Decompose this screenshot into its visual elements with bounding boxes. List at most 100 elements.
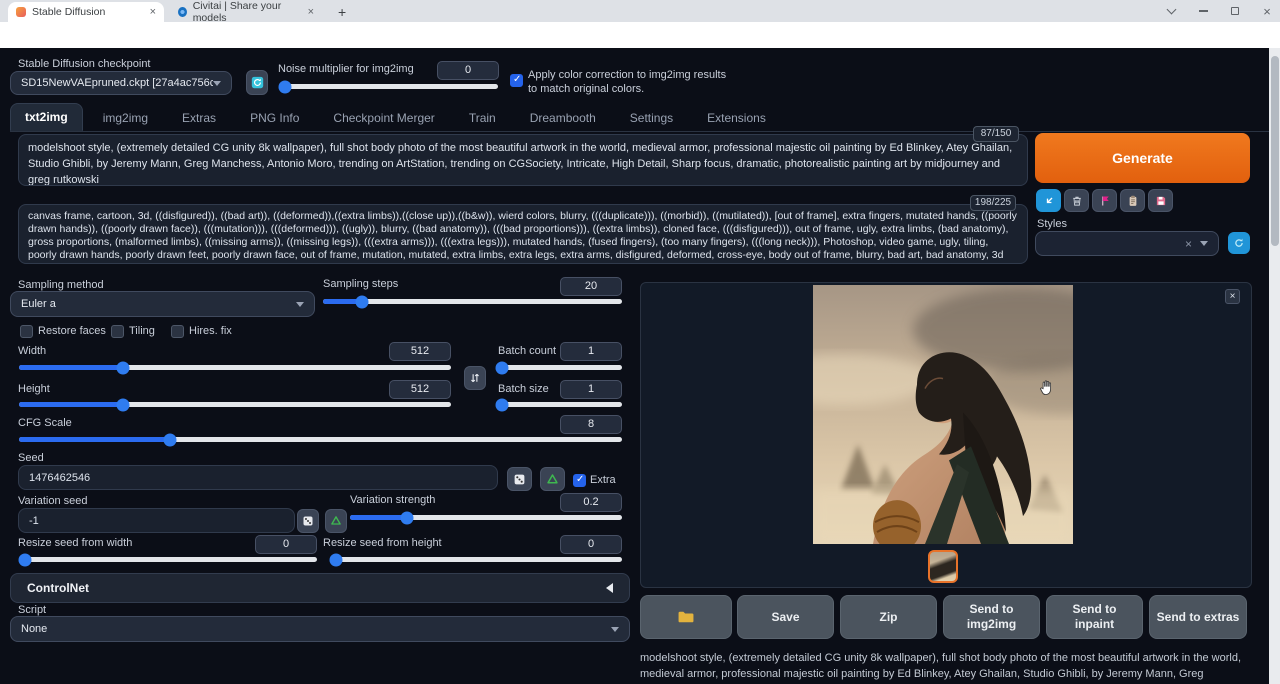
extra-networks-icon[interactable] bbox=[1092, 189, 1117, 212]
tab-png-info[interactable]: PNG Info bbox=[236, 105, 313, 131]
new-tab-button[interactable]: + bbox=[330, 2, 352, 22]
batch-count-label: Batch count bbox=[498, 345, 556, 357]
generated-image[interactable] bbox=[813, 285, 1073, 544]
browser-tab-civitai[interactable]: Civitai | Share your models × bbox=[170, 2, 322, 22]
gallery-close-icon[interactable]: × bbox=[1225, 289, 1240, 304]
window-close-icon[interactable]: × bbox=[1254, 0, 1280, 22]
tab-extensions[interactable]: Extensions bbox=[693, 105, 780, 131]
window-restore-icon[interactable] bbox=[1222, 0, 1248, 22]
styles-clear-icon[interactable]: × bbox=[1185, 237, 1192, 251]
slider-knob[interactable] bbox=[279, 80, 292, 93]
slider-knob[interactable] bbox=[18, 553, 31, 566]
height-label: Height bbox=[18, 383, 50, 395]
width-slider[interactable] bbox=[19, 365, 451, 370]
slider-knob[interactable] bbox=[355, 295, 368, 308]
slider-knob[interactable] bbox=[495, 398, 508, 411]
scrollbar-thumb[interactable] bbox=[1271, 56, 1279, 246]
width-value[interactable]: 512 bbox=[389, 342, 451, 361]
cfg-scale-slider[interactable] bbox=[19, 437, 622, 442]
color-correction-checkbox[interactable] bbox=[510, 74, 523, 87]
tab-close-icon[interactable]: × bbox=[308, 6, 314, 18]
save-button[interactable]: Save bbox=[737, 595, 834, 639]
negative-prompt-input[interactable]: canvas frame, cartoon, 3d, ((disfigured)… bbox=[18, 204, 1028, 264]
recycle-icon[interactable] bbox=[540, 467, 565, 491]
window-minimize-icon[interactable] bbox=[1190, 0, 1216, 22]
swap-dimensions-button[interactable] bbox=[464, 366, 486, 390]
gallery-thumbnail[interactable] bbox=[928, 550, 958, 583]
zip-button[interactable]: Zip bbox=[840, 595, 937, 639]
refresh-checkpoint-button[interactable] bbox=[246, 70, 268, 95]
browser-tab-stable-diffusion[interactable]: Stable Diffusion × bbox=[8, 2, 164, 22]
save-style-icon[interactable] bbox=[1148, 189, 1173, 212]
slider-knob[interactable] bbox=[401, 511, 414, 524]
slider-knob[interactable] bbox=[116, 361, 129, 374]
slider-knob[interactable] bbox=[329, 553, 342, 566]
open-folder-button[interactable] bbox=[640, 595, 732, 639]
tab-close-icon[interactable]: × bbox=[150, 6, 156, 18]
height-slider[interactable] bbox=[19, 402, 451, 407]
noise-multiplier-value[interactable]: 0 bbox=[437, 61, 499, 80]
trash-icon[interactable] bbox=[1064, 189, 1089, 212]
tab-txt2img[interactable]: txt2img bbox=[10, 103, 83, 131]
tab-img2img[interactable]: img2img bbox=[89, 105, 162, 131]
resize-seed-width-slider[interactable] bbox=[19, 557, 317, 562]
seed-input[interactable] bbox=[18, 465, 498, 490]
slider-knob[interactable] bbox=[495, 361, 508, 374]
checkpoint-dropdown[interactable]: SD15NewVAEpruned.ckpt [27a4ac756c] bbox=[10, 71, 232, 95]
send-to-img2img-button[interactable]: Send to img2img bbox=[943, 595, 1040, 639]
resize-seed-height-value[interactable]: 0 bbox=[560, 535, 622, 554]
styles-select[interactable]: × bbox=[1035, 231, 1219, 256]
refresh-styles-button[interactable] bbox=[1228, 232, 1250, 254]
script-value: None bbox=[21, 623, 47, 635]
color-correction-label: Apply color correction to img2img result… bbox=[528, 68, 738, 96]
accordion-collapse-icon bbox=[606, 583, 613, 593]
send-to-inpaint-button[interactable]: Send to inpaint bbox=[1046, 595, 1143, 639]
controlnet-accordion[interactable]: ControlNet bbox=[10, 573, 630, 603]
prompt-input[interactable]: modelshoot style, (extremely detailed CG… bbox=[18, 134, 1028, 186]
sampling-method-dropdown[interactable]: Euler a bbox=[10, 291, 315, 317]
variation-strength-slider[interactable] bbox=[350, 515, 622, 520]
height-value[interactable]: 512 bbox=[389, 380, 451, 399]
restore-faces-checkbox[interactable] bbox=[20, 325, 33, 338]
tiling-label: Tiling bbox=[129, 325, 155, 337]
page-scrollbar[interactable] bbox=[1269, 48, 1280, 684]
tab-extras[interactable]: Extras bbox=[168, 105, 230, 131]
dice-icon[interactable] bbox=[297, 509, 319, 533]
tiling-checkbox[interactable] bbox=[111, 325, 124, 338]
paste-icon[interactable] bbox=[1036, 189, 1061, 212]
generate-button[interactable]: Generate bbox=[1035, 133, 1250, 183]
batch-count-value[interactable]: 1 bbox=[560, 342, 622, 361]
sampling-steps-value[interactable]: 20 bbox=[560, 277, 622, 296]
variation-seed-input[interactable] bbox=[18, 508, 295, 533]
resize-seed-height-slider[interactable] bbox=[330, 557, 622, 562]
batch-count-slider[interactable] bbox=[498, 365, 622, 370]
sampling-steps-slider[interactable] bbox=[323, 299, 622, 304]
slider-knob[interactable] bbox=[116, 398, 129, 411]
slider-knob[interactable] bbox=[163, 433, 176, 446]
batch-size-value[interactable]: 1 bbox=[560, 380, 622, 399]
cfg-scale-value[interactable]: 8 bbox=[560, 415, 622, 434]
browser-tab-title: Civitai | Share your models bbox=[193, 0, 302, 24]
cfg-scale-label: CFG Scale bbox=[18, 417, 72, 429]
send-to-extras-button[interactable]: Send to extras bbox=[1149, 595, 1247, 639]
tab-dreambooth[interactable]: Dreambooth bbox=[516, 105, 610, 131]
negative-prompt-token-counter: 198/225 bbox=[970, 195, 1016, 211]
dice-icon[interactable] bbox=[507, 467, 532, 491]
tab-settings[interactable]: Settings bbox=[616, 105, 687, 131]
resize-seed-height-label: Resize seed from height bbox=[323, 537, 442, 549]
resize-seed-width-value[interactable]: 0 bbox=[255, 535, 317, 554]
window-chevron-icon[interactable] bbox=[1158, 0, 1184, 22]
variation-strength-value[interactable]: 0.2 bbox=[560, 493, 622, 512]
variation-seed-label: Variation seed bbox=[18, 495, 88, 507]
sampling-steps-label: Sampling steps bbox=[323, 278, 398, 290]
batch-size-slider[interactable] bbox=[498, 402, 622, 407]
tab-checkpoint-merger[interactable]: Checkpoint Merger bbox=[319, 105, 448, 131]
clipboard-icon[interactable] bbox=[1120, 189, 1145, 212]
tab-train[interactable]: Train bbox=[455, 105, 510, 131]
hires-fix-checkbox[interactable] bbox=[171, 325, 184, 338]
width-label: Width bbox=[18, 345, 46, 357]
recycle-icon[interactable] bbox=[325, 509, 347, 533]
extra-seed-checkbox[interactable] bbox=[573, 474, 586, 487]
noise-multiplier-slider[interactable] bbox=[281, 84, 498, 89]
script-dropdown[interactable]: None bbox=[10, 616, 630, 642]
